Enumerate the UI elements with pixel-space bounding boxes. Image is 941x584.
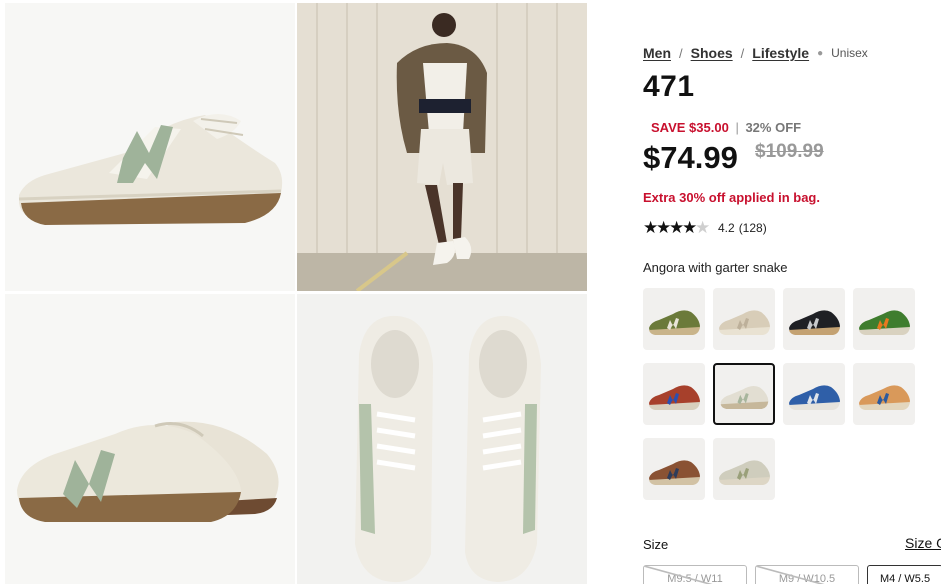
shoe-thumbnail (789, 310, 840, 335)
star-empty-icon: ★ (695, 218, 711, 237)
shoe-thumbnail (859, 310, 910, 335)
shoe-pair-image (17, 421, 279, 522)
gallery-image-side[interactable] (5, 3, 295, 291)
shoe-thumbnail (649, 310, 700, 335)
selected-color-name: Angora with garter snake (643, 260, 788, 275)
shoe-thumbnail (789, 385, 840, 410)
original-price: $109.99 (755, 141, 824, 162)
breadcrumb-shoes[interactable]: Shoes (691, 45, 733, 61)
product-gallery (0, 0, 590, 584)
color-swatch[interactable] (713, 438, 775, 500)
breadcrumb-lifestyle[interactable]: Lifestyle (752, 45, 809, 61)
save-percent: 32% OFF (745, 120, 802, 135)
breadcrumb-tag-unisex: Unisex (831, 46, 868, 60)
save-divider: | (735, 120, 739, 135)
color-swatch[interactable] (643, 438, 705, 500)
save-amount: SAVE $35.00 (651, 120, 729, 135)
color-swatch[interactable] (643, 363, 705, 425)
gallery-image-top[interactable] (297, 294, 587, 584)
rating-value: 4.2 (718, 220, 735, 235)
size-option-unavailable[interactable]: M9 / W10.5 (755, 565, 859, 584)
shoe-thumbnail (720, 385, 769, 409)
rating-summary[interactable]: ★ ★ ★ ★ ★ 4.2 (128) (643, 219, 767, 236)
color-swatch[interactable] (853, 363, 915, 425)
shoe-thumbnail (649, 460, 700, 485)
size-option[interactable]: M4 / W5.5 (867, 565, 941, 584)
star-rating: ★ ★ ★ ★ ★ (643, 218, 711, 237)
shoe-thumbnail (719, 460, 770, 485)
product-title: 471 (643, 70, 695, 103)
gallery-image-pair[interactable] (5, 294, 295, 584)
promo-message: Extra 30% off applied in bag. (643, 190, 820, 205)
color-swatch[interactable] (783, 363, 845, 425)
breadcrumb-men[interactable]: Men (643, 45, 671, 61)
current-price: $74.99 (643, 140, 738, 175)
size-option-unavailable[interactable]: M9.5 / W11 (643, 565, 747, 584)
savings-line: SAVE $35.00 | 32% OFF (651, 120, 801, 135)
color-swatch[interactable] (713, 288, 775, 350)
review-count[interactable]: (128) (739, 221, 767, 235)
shoe-side-image (18, 114, 283, 225)
breadcrumb-separator: / (679, 45, 683, 61)
dot-separator-icon: ● (817, 47, 824, 59)
color-swatch[interactable] (783, 288, 845, 350)
star-filled-icon: ★ (669, 218, 685, 237)
star-filled-icon: ★ (656, 218, 672, 237)
product-info-panel: Men / Shoes / Lifestyle ● Unisex 471 SAV… (643, 0, 941, 584)
size-label: Size (643, 537, 669, 552)
model-image (297, 3, 587, 291)
shoe-top-image (355, 315, 541, 583)
color-swatch[interactable] (643, 288, 705, 350)
color-swatch[interactable] (853, 288, 915, 350)
color-swatch[interactable] (713, 363, 775, 425)
size-guide-link[interactable]: Size Guide (905, 535, 941, 551)
shoe-thumbnail (649, 385, 700, 410)
shoe-thumbnail (719, 310, 770, 335)
gallery-image-model[interactable] (297, 3, 587, 291)
breadcrumb-separator: / (740, 45, 745, 61)
star-filled-icon: ★ (682, 218, 698, 237)
shoe-thumbnail (859, 385, 910, 410)
breadcrumb: Men / Shoes / Lifestyle ● Unisex (643, 45, 868, 61)
star-filled-icon: ★ (643, 218, 659, 237)
